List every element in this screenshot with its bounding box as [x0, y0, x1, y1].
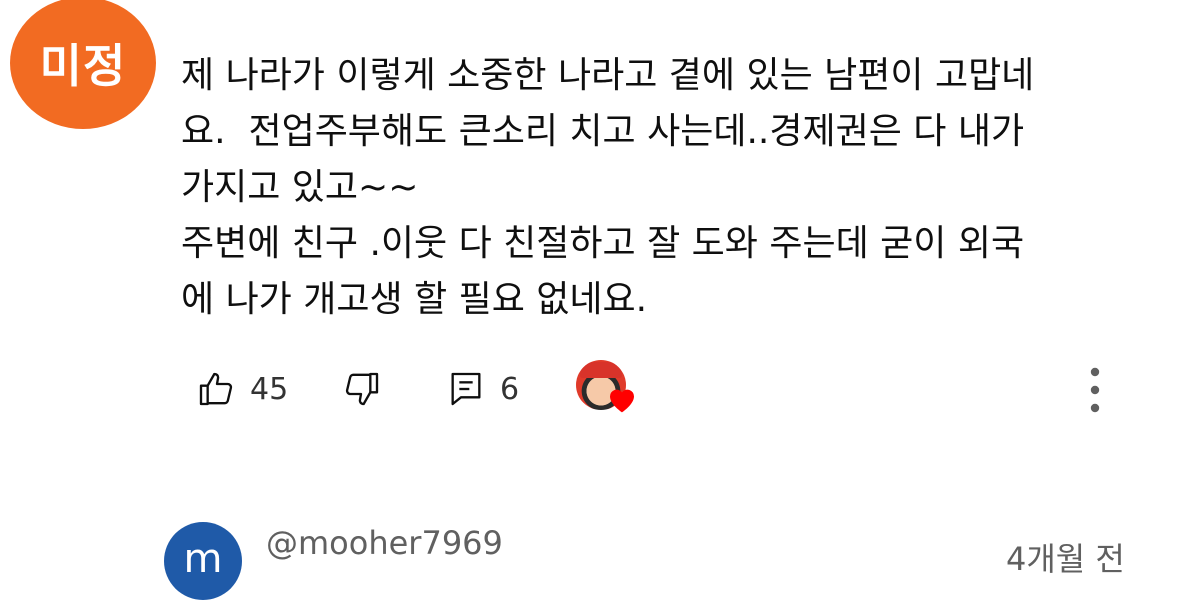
dislike-button[interactable] [342, 369, 382, 409]
heart-icon [610, 389, 634, 413]
reply-icon [451, 372, 481, 406]
more-options-button[interactable] [1084, 365, 1106, 419]
comment-body: 제 나라가 이렇게 소중한 나라고 곁에 있는 남편이 고맙네 요. 전업주부해… [181, 48, 1171, 328]
reply-comment: m @mooher7969 4개월 전 [0, 500, 1200, 600]
like-count: 45 [250, 371, 289, 407]
avatar[interactable]: m [164, 522, 242, 600]
reply-username[interactable]: @mooher7969 [266, 524, 503, 562]
comment-line: 에 나가 개고생 할 필요 없네요. [181, 279, 648, 320]
comment-line: 가지고 있고~~ [181, 167, 419, 208]
comment-line: 주변에 친구 .이웃 다 친절하고 잘 도와 주는데 굳이 외국 [181, 223, 1025, 264]
thumbs-up-icon [199, 372, 233, 406]
more-vertical-icon [1090, 367, 1100, 413]
thumbs-down-icon [345, 372, 379, 406]
like-button[interactable]: 45 [196, 369, 288, 409]
comment-line: 제 나라가 이렇게 소중한 나라고 곁에 있는 남편이 고맙네 [181, 55, 1035, 96]
reply-button[interactable]: 6 [446, 369, 519, 409]
reply-count: 6 [500, 371, 520, 407]
comment-line: 요. 전업주부해도 큰소리 치고 사는데..경제권은 다 내가 [181, 111, 1025, 152]
comment-actions: 45 6 [0, 360, 1200, 420]
reply-timestamp: 4개월 전 [1006, 540, 1125, 578]
cropped-text-top [1040, 6, 1150, 20]
avatar[interactable]: 미정 [10, 0, 156, 129]
creator-heart-badge [576, 360, 642, 424]
